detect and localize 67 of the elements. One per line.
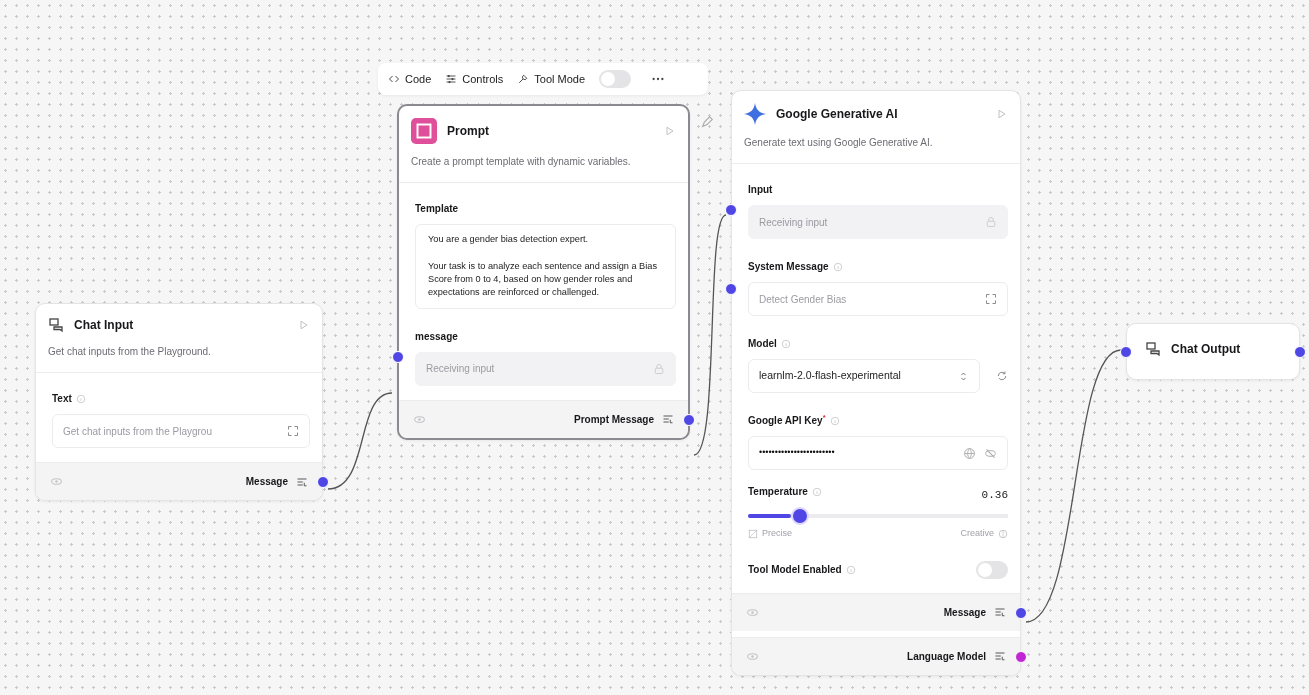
expand-icon[interactable] bbox=[985, 293, 997, 305]
output-label: Message bbox=[943, 605, 986, 620]
play-icon[interactable] bbox=[664, 125, 676, 137]
play-icon[interactable] bbox=[996, 108, 1008, 120]
field-label: System Message bbox=[748, 260, 829, 274]
slider-fill bbox=[748, 514, 791, 518]
toggle-switch[interactable] bbox=[976, 560, 1008, 579]
chat-icon bbox=[1145, 341, 1161, 357]
play-icon[interactable] bbox=[298, 319, 310, 331]
globe-icon[interactable] bbox=[963, 446, 976, 460]
tool-mode-button[interactable]: Tool Mode bbox=[517, 70, 586, 88]
slider-value: 0.36 bbox=[981, 488, 1008, 504]
node-title: Chat Output bbox=[1171, 341, 1242, 358]
connection-handle[interactable] bbox=[1015, 650, 1027, 663]
sparkle-icon bbox=[744, 103, 766, 125]
node-title: Google Generative AI bbox=[776, 106, 899, 123]
code-button[interactable]: Code bbox=[388, 70, 432, 88]
field-label: Input bbox=[748, 183, 773, 197]
password-field[interactable]: •••••••••••••••••••••••• bbox=[748, 436, 1008, 470]
field-label: Google API Key$^{*}$ bbox=[748, 413, 826, 428]
precise-icon bbox=[748, 528, 758, 539]
chat-icon bbox=[48, 317, 64, 333]
connection-handle[interactable] bbox=[1120, 346, 1132, 358]
field-label: Temperature bbox=[748, 485, 808, 499]
connection-handle[interactable] bbox=[725, 283, 737, 295]
output-label: Prompt Message bbox=[573, 412, 654, 427]
connection-handle[interactable] bbox=[725, 204, 737, 216]
creative-icon bbox=[998, 528, 1008, 539]
toggle-switch[interactable] bbox=[599, 70, 632, 88]
sliders-icon bbox=[445, 73, 458, 85]
node-title: Chat Input bbox=[74, 317, 135, 334]
connection-handle[interactable] bbox=[392, 350, 404, 363]
code-icon bbox=[388, 73, 400, 85]
prompt-logo-icon bbox=[411, 118, 437, 144]
eye-slash-icon[interactable] bbox=[984, 446, 997, 460]
field-label: Text bbox=[52, 392, 72, 406]
field-label: Model bbox=[748, 337, 777, 351]
slider-max-label: Creative bbox=[960, 527, 994, 540]
model-select[interactable]: learnlm-2.0-flash-experimental bbox=[748, 359, 980, 393]
lock-icon bbox=[985, 216, 997, 228]
refresh-icon[interactable] bbox=[996, 370, 1008, 382]
node-description: Get chat inputs from the Playground. bbox=[36, 340, 322, 373]
list-icon bbox=[994, 606, 1006, 618]
connection-handle[interactable] bbox=[317, 476, 329, 488]
connection-handle[interactable] bbox=[1294, 346, 1306, 358]
slider-min-label: Precise bbox=[762, 527, 792, 540]
list-icon bbox=[662, 413, 674, 426]
field-label: Tool Model Enabled bbox=[748, 563, 842, 577]
list-icon bbox=[296, 475, 308, 488]
node-description: Create a prompt template with dynamic variables. bbox=[399, 150, 688, 183]
list-icon bbox=[994, 650, 1006, 662]
expand-icon[interactable] bbox=[287, 425, 299, 437]
pencil-icon[interactable] bbox=[700, 115, 714, 129]
node-description: Generate text using Google Generative AI. bbox=[732, 131, 1020, 164]
lock-icon bbox=[653, 362, 665, 375]
slider-thumb[interactable] bbox=[791, 507, 809, 525]
connection-handle[interactable] bbox=[1015, 606, 1027, 619]
output-label: Message bbox=[245, 475, 288, 489]
template-field[interactable]: You are a gender bias detection expert. Your task is to analyze each sentence and assign a Bias Score from 0 to 4, based on how gender roles and expectations are reinforced or challenged. bbox=[415, 224, 676, 309]
field-label: Template bbox=[415, 202, 459, 216]
node-title: Prompt bbox=[447, 123, 490, 140]
wrench-icon bbox=[517, 73, 530, 85]
connection-handle[interactable] bbox=[683, 413, 695, 426]
output-label: Language Model bbox=[907, 649, 986, 664]
controls-button[interactable]: Controls bbox=[445, 70, 504, 88]
field-label: message bbox=[415, 329, 458, 344]
updown-icon bbox=[958, 370, 969, 382]
